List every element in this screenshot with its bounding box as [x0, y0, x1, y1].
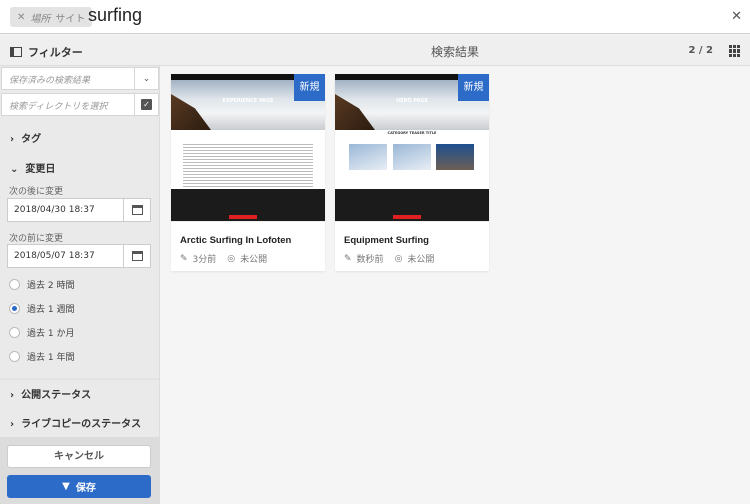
before-label: 次の前に変更 — [9, 234, 64, 244]
card-title: Arctic Surfing In Lofoten — [180, 235, 292, 246]
sidebar-footer: キャンセル ▼ 保存 — [0, 437, 159, 504]
divider — [0, 378, 159, 380]
radio-past-month[interactable]: 過去 1 か月 — [9, 326, 74, 339]
scope-tag-value: サイト — [55, 13, 86, 25]
radio-circle[interactable] — [9, 303, 20, 314]
before-date-value: 2018/05/07 18:37 — [14, 251, 95, 261]
search-bar: ✕ 場所 サイト surfing ✕ — [0, 0, 750, 34]
close-icon[interactable]: ✕ — [731, 9, 742, 24]
result-card[interactable]: HERO PAGE 新規 CATEGORY TEASER TITLE Equip… — [335, 74, 489, 271]
calendar-icon — [131, 251, 143, 261]
new-badge: 新規 — [458, 74, 489, 101]
calendar-button[interactable] — [123, 245, 150, 267]
radio-circle[interactable] — [9, 279, 20, 290]
search-input[interactable]: surfing — [88, 5, 142, 26]
page-title: 検索結果 — [430, 45, 479, 59]
page-thumbnail: HERO PAGE 新規 CATEGORY TEASER TITLE — [335, 74, 489, 222]
card-meta: ✎ 数秒前 ◎ 未公開 — [344, 253, 435, 266]
view-switcher-icon[interactable] — [729, 45, 741, 57]
radio-past-week[interactable]: 過去 1 週間 — [9, 302, 74, 315]
radio-circle[interactable] — [9, 327, 20, 338]
pencil-icon: ✎ — [344, 253, 352, 264]
saved-search-select[interactable]: 保存済みの検索結果 ⌄ — [1, 67, 159, 90]
section-modified[interactable]: ⌄ 変更日 — [10, 160, 55, 175]
globe-icon: ◎ — [227, 253, 236, 264]
calendar-icon — [131, 205, 143, 215]
scope-tag[interactable]: ✕ 場所 サイト — [10, 7, 93, 27]
section-livecopy-status[interactable]: › ライブコピーのステータス — [10, 415, 141, 430]
result-count: 2 / 2 — [688, 45, 713, 56]
directory-select[interactable]: 検索ディレクトリを選択 ✓ — [1, 93, 159, 116]
section-publish-status[interactable]: › 公開ステータス — [10, 386, 91, 401]
page-thumbnail: EXPERIENCE PAGE 新規 — [171, 74, 325, 222]
checkmark-icon: ✓ — [141, 99, 152, 110]
new-badge: 新規 — [294, 74, 325, 101]
result-card[interactable]: EXPERIENCE PAGE 新規 Arctic Surfing In Lof… — [171, 74, 325, 271]
cancel-button[interactable]: キャンセル — [7, 445, 151, 468]
calendar-button[interactable] — [123, 199, 150, 221]
radio-past-2-hours[interactable]: 過去 2 時間 — [9, 278, 74, 291]
card-title: Equipment Surfing — [344, 235, 429, 246]
save-button[interactable]: ▼ 保存 — [7, 475, 151, 498]
filter-sidebar: 保存済みの検索結果 ⌄ 検索ディレクトリを選択 ✓ › タグ ⌄ 変更日 次の後… — [0, 66, 160, 504]
after-date-field[interactable]: 2018/04/30 18:37 — [7, 198, 151, 222]
remove-tag-icon[interactable]: ✕ — [17, 12, 25, 23]
chevron-down-icon[interactable]: ⌄ — [134, 68, 158, 89]
saved-search-placeholder: 保存済みの検索結果 — [9, 76, 91, 86]
thumb-subheading: CATEGORY TEASER TITLE — [387, 131, 437, 135]
after-label: 次の後に変更 — [9, 187, 64, 197]
radio-past-year[interactable]: 過去 1 年間 — [9, 350, 74, 363]
select-directory-button[interactable]: ✓ — [134, 94, 158, 115]
before-date-field[interactable]: 2018/05/07 18:37 — [7, 244, 151, 268]
section-tags[interactable]: › タグ — [10, 130, 41, 145]
card-meta: ✎ 3分前 ◎ 未公開 — [180, 253, 268, 266]
pencil-icon: ✎ — [180, 253, 188, 264]
globe-icon: ◎ — [394, 253, 403, 264]
directory-placeholder: 検索ディレクトリを選択 — [9, 102, 108, 112]
results-header: フィルター 検索結果 2 / 2 — [0, 35, 750, 66]
scope-tag-label: 場所 — [30, 13, 51, 25]
radio-circle[interactable] — [9, 351, 20, 362]
filter-save-icon: ▼ — [62, 481, 70, 492]
after-date-value: 2018/04/30 18:37 — [14, 205, 95, 215]
